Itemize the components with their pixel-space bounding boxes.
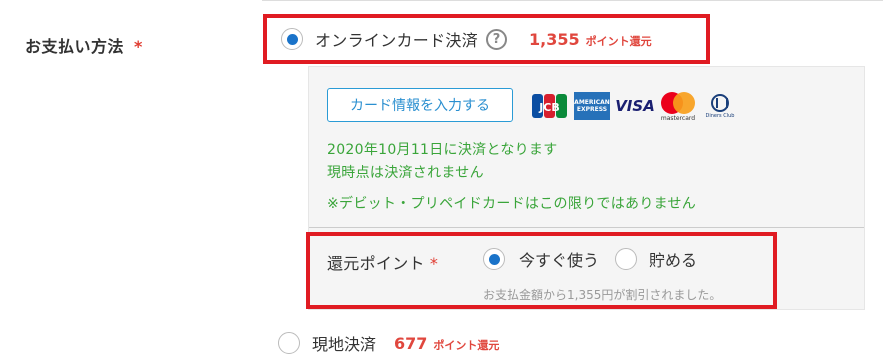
reward-points-section: 還元ポイント * 今すぐ使う 貯める お支払金額から1,355円が割引されました。 xyxy=(306,232,777,309)
onsite-points: 677 ポイント還元 xyxy=(394,334,499,353)
online-card-payment-radio[interactable] xyxy=(281,28,303,50)
save-points-label: 貯める xyxy=(649,251,698,270)
mastercard-circles xyxy=(661,92,695,114)
settlement-date-note: 2020年10月11日に決済となります xyxy=(327,142,558,158)
reward-points-label-text: 還元ポイント xyxy=(327,254,425,273)
required-mark: * xyxy=(134,37,143,56)
use-now-radio[interactable] xyxy=(483,248,505,270)
top-divider xyxy=(262,0,883,1)
amex-logo-line2: EXPRESS xyxy=(576,106,608,113)
save-points-option[interactable]: 貯める xyxy=(615,247,697,271)
online-card-points: 1,355 ポイント還元 xyxy=(529,30,652,49)
debit-prepaid-note: ※デビット・プリペイドカードはこの限りではありません xyxy=(327,196,697,212)
onsite-payment-radio[interactable] xyxy=(278,332,300,354)
jcb-logo-text: JCB xyxy=(538,101,560,114)
mastercard-logo-text: mastercard xyxy=(660,115,696,122)
online-card-payment-label: オンラインカード決済 xyxy=(315,31,479,50)
enter-card-info-button[interactable]: カード情報を入力する xyxy=(327,88,513,122)
save-points-radio[interactable] xyxy=(615,248,637,270)
diners-club-emblem xyxy=(711,93,729,112)
reward-points-label: 還元ポイント * xyxy=(327,250,438,274)
onsite-points-unit: ポイント還元 xyxy=(433,338,500,352)
visa-logo: VISA xyxy=(615,97,655,115)
online-card-points-unit: ポイント還元 xyxy=(585,34,652,48)
onsite-payment-option[interactable]: 現地決済 677 ポイント還元 xyxy=(278,331,499,355)
amex-logo-line1: AMERICAN xyxy=(574,99,610,106)
diners-club-logo-text: Diners Club xyxy=(705,112,735,119)
use-now-label: 今すぐ使う xyxy=(519,251,600,270)
not-charged-now-note: 現時点は決済されません xyxy=(327,165,484,181)
mastercard-orange-circle xyxy=(673,92,695,114)
mastercard-logo: mastercard xyxy=(658,92,698,122)
payment-method-label: お支払い方法 * xyxy=(25,33,143,57)
panel-divider xyxy=(309,227,864,228)
diners-club-logo: Diners Club xyxy=(702,92,738,120)
required-mark: * xyxy=(429,254,439,273)
payment-method-label-text: お支払い方法 xyxy=(25,37,125,56)
onsite-points-value: 677 xyxy=(394,333,428,353)
amex-logo: AMERICAN EXPRESS xyxy=(574,92,610,120)
use-now-option[interactable]: 今すぐ使う xyxy=(483,247,599,271)
discount-note: お支払金額から1,355円が割引されました。 xyxy=(483,288,722,302)
jcb-logo: JCB xyxy=(531,92,569,120)
help-icon[interactable]: ? xyxy=(486,28,508,50)
online-card-points-value: 1,355 xyxy=(529,29,580,49)
onsite-payment-label: 現地決済 xyxy=(312,335,377,354)
online-card-payment-option[interactable]: オンラインカード決済 ? 1,355 ポイント還元 xyxy=(263,14,710,64)
